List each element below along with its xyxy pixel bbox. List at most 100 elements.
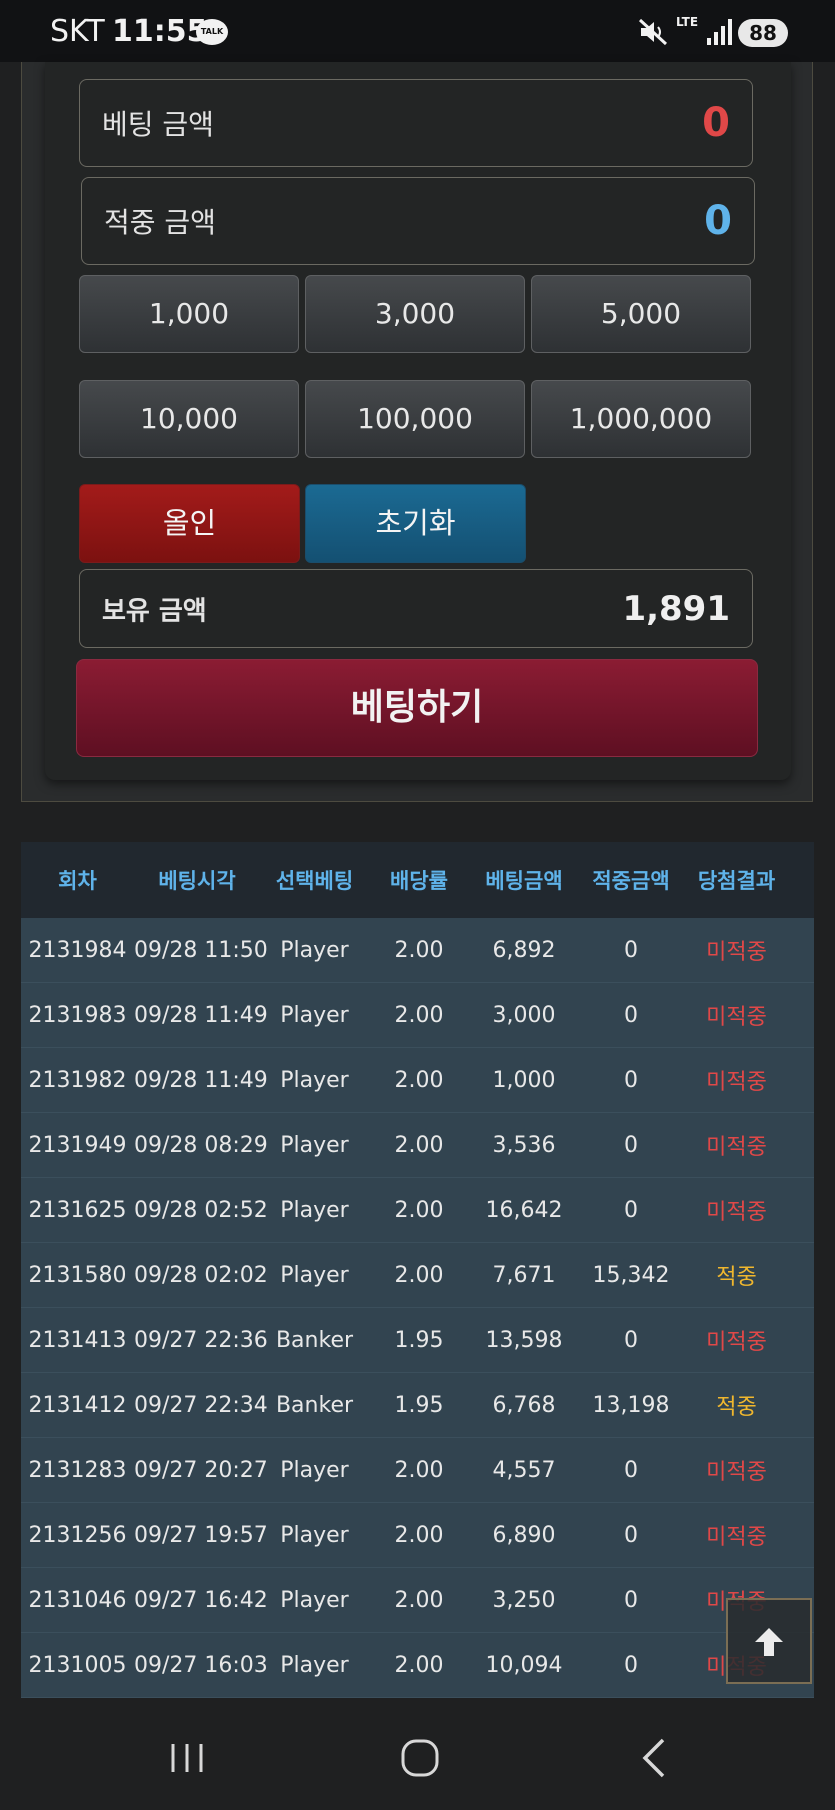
mute-icon <box>638 18 668 46</box>
cell-selection: Player <box>280 1197 349 1223</box>
cell-result: 미적중 <box>706 1005 767 1030</box>
cell-result: 미적중 <box>706 1070 767 1095</box>
arrow-up-icon <box>755 1628 783 1656</box>
balance-field: 보유 금액 1,891 <box>79 569 753 648</box>
cell-win-amount: 0 <box>624 1327 638 1353</box>
cell-result: 적중 <box>716 1395 757 1420</box>
table-row: 2131283 09/27 20:27 Player 2.00 4,557 0 미적중 <box>21 1438 814 1503</box>
cell-win-amount: 0 <box>624 1002 638 1028</box>
cell-result: 미적중 <box>706 1135 767 1160</box>
cell-round: 2131982 <box>28 1067 127 1093</box>
cell-round: 2131983 <box>28 1002 127 1028</box>
table-body: 2131984 09/28 11:50 Player 2.00 6,892 0 미적중 213… <box>21 918 814 1698</box>
cell-bet-amount: 6,768 <box>492 1392 556 1418</box>
column-header-odds: 배당률 <box>390 869 448 893</box>
cell-win-amount: 0 <box>624 937 638 963</box>
cell-win-amount: 15,342 <box>592 1262 670 1288</box>
cell-round: 2131984 <box>28 937 127 963</box>
chip-1000-button[interactable]: 1,000 <box>79 275 299 353</box>
cell-bet-time: 09/27 16:42 <box>134 1587 268 1613</box>
cell-bet-amount: 13,598 <box>485 1327 563 1353</box>
place-bet-button[interactable]: 베팅하기 <box>76 659 758 757</box>
cell-bet-amount: 3,536 <box>492 1132 556 1158</box>
status-bar: SKT 11:55 TALK LTE 88 <box>0 0 835 62</box>
cell-selection: Player <box>280 937 349 963</box>
back-icon[interactable] <box>625 1732 685 1784</box>
cell-round: 2131580 <box>28 1262 127 1288</box>
cell-bet-amount: 6,892 <box>492 937 556 963</box>
scroll-to-top-button[interactable] <box>726 1598 812 1684</box>
table-row: 2131983 09/28 11:49 Player 2.00 3,000 0 미적중 <box>21 983 814 1048</box>
cell-bet-amount: 3,000 <box>492 1002 556 1028</box>
cell-selection: Player <box>280 1522 349 1548</box>
chip-3000-button[interactable]: 3,000 <box>305 275 525 353</box>
bet-history-table: 회차 베팅시각 선택베팅 배당률 베팅금액 적중금액 당첨결과 2131984 0… <box>21 842 814 1698</box>
cell-bet-amount: 10,094 <box>485 1652 563 1678</box>
cell-selection: Player <box>280 1457 349 1483</box>
bet-amount-field: 베팅 금액 0 <box>79 79 753 167</box>
column-header-round: 회차 <box>58 869 97 893</box>
cell-bet-time: 09/27 20:27 <box>134 1457 268 1483</box>
reset-button[interactable]: 초기화 <box>305 484 526 563</box>
table-row: 2131580 09/28 02:02 Player 2.00 7,671 15,342 적… <box>21 1243 814 1308</box>
table-row: 2131984 09/28 11:50 Player 2.00 6,892 0 미적중 <box>21 918 814 983</box>
cell-bet-time: 09/27 22:34 <box>134 1392 268 1418</box>
cell-win-amount: 13,198 <box>592 1392 670 1418</box>
cell-bet-time: 09/28 11:49 <box>134 1002 268 1028</box>
cell-selection: Player <box>280 1262 349 1288</box>
kakaotalk-icon: TALK <box>196 19 228 45</box>
cell-round: 2131283 <box>28 1457 127 1483</box>
cell-odds: 2.00 <box>394 1132 444 1158</box>
cell-win-amount: 0 <box>624 1457 638 1483</box>
recent-apps-icon[interactable] <box>157 1732 217 1784</box>
lte-indicator: LTE <box>676 15 699 29</box>
cell-selection: Player <box>280 1132 349 1158</box>
cell-result: 미적중 <box>706 1460 767 1485</box>
table-row: 2131625 09/28 02:52 Player 2.00 16,642 0 미적중 <box>21 1178 814 1243</box>
table-row: 2131412 09/27 22:34 Banker 1.95 6,768 13,198 적… <box>21 1373 814 1438</box>
cell-win-amount: 0 <box>624 1197 638 1223</box>
cell-bet-amount: 6,890 <box>492 1522 556 1548</box>
cell-bet-amount: 3,250 <box>492 1587 556 1613</box>
cell-odds: 2.00 <box>394 937 444 963</box>
win-amount-field: 적중 금액 0 <box>81 177 755 265</box>
column-header-selection: 선택베팅 <box>275 869 354 893</box>
cell-odds: 2.00 <box>394 1067 444 1093</box>
cell-bet-amount: 1,000 <box>492 1067 556 1093</box>
cell-bet-time: 09/28 02:52 <box>134 1197 268 1223</box>
cell-bet-amount: 4,557 <box>492 1457 556 1483</box>
cell-bet-time: 09/28 11:49 <box>134 1067 268 1093</box>
cell-win-amount: 0 <box>624 1522 638 1548</box>
cell-round: 2131046 <box>28 1587 127 1613</box>
cell-result: 미적중 <box>706 940 767 965</box>
table-row: 213104609/27 16:42Player2.003,2500미적중 <box>21 1568 814 1633</box>
cell-result: 미적중 <box>706 1330 767 1355</box>
chip-10000-button[interactable]: 10,000 <box>79 380 299 458</box>
cell-odds: 2.00 <box>394 1197 444 1223</box>
column-header-bet-time: 베팅시각 <box>158 869 236 893</box>
cell-selection: Banker <box>275 1392 354 1418</box>
table-row: 213100509/27 16:03Player2.0010,0940미적중 <box>21 1633 814 1698</box>
cell-win-amount: 0 <box>624 1587 638 1613</box>
chip-1000000-button[interactable]: 1,000,000 <box>531 380 751 458</box>
cell-result: 미적중 <box>706 1525 767 1550</box>
cell-bet-time: 09/27 16:03 <box>134 1652 268 1678</box>
system-nav-bar <box>0 1706 835 1810</box>
table-row: 2131413 09/27 22:36 Banker 1.95 13,598 0 미적중 <box>21 1308 814 1373</box>
bet-amount-label: 베팅 금액 <box>102 108 214 141</box>
cell-odds: 2.00 <box>394 1652 444 1678</box>
table-header: 회차 베팅시각 선택베팅 배당률 베팅금액 적중금액 당첨결과 <box>21 842 814 918</box>
cell-round: 2131005 <box>28 1652 127 1678</box>
cell-odds: 2.00 <box>394 1262 444 1288</box>
cell-round: 2131413 <box>28 1327 127 1353</box>
cell-bet-time: 09/27 22:36 <box>134 1327 268 1353</box>
all-in-button[interactable]: 올인 <box>79 484 300 563</box>
chip-5000-button[interactable]: 5,000 <box>531 275 751 353</box>
home-icon[interactable] <box>390 1732 450 1784</box>
win-amount-value: 0 <box>704 198 732 244</box>
cell-odds: 2.00 <box>394 1587 444 1613</box>
chip-100000-button[interactable]: 100,000 <box>305 380 525 458</box>
clock: 11:55 <box>112 14 208 49</box>
cell-odds: 2.00 <box>394 1522 444 1548</box>
cell-result: 미적중 <box>706 1200 767 1225</box>
